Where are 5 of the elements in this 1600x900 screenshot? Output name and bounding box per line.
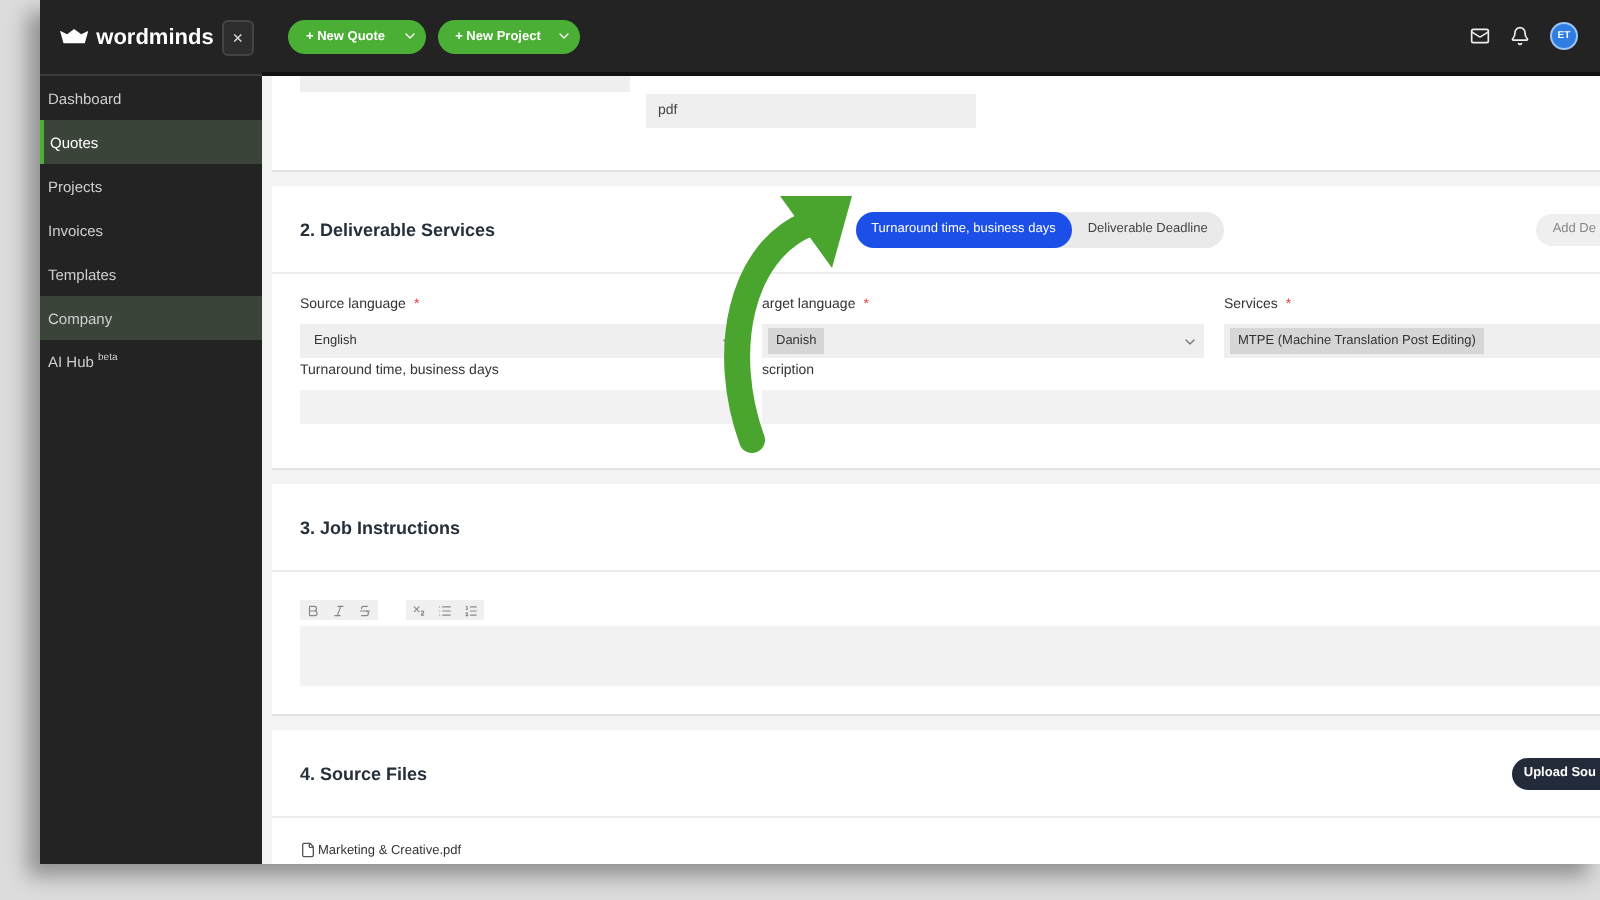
logo-text: wordminds <box>96 25 214 49</box>
close-button[interactable]: × <box>221 19 254 55</box>
section-title: 4. Source Files <box>300 763 428 783</box>
section-title: 3. Job Instructions <box>300 517 461 537</box>
section-title: 2. Deliverable Services <box>300 219 496 239</box>
